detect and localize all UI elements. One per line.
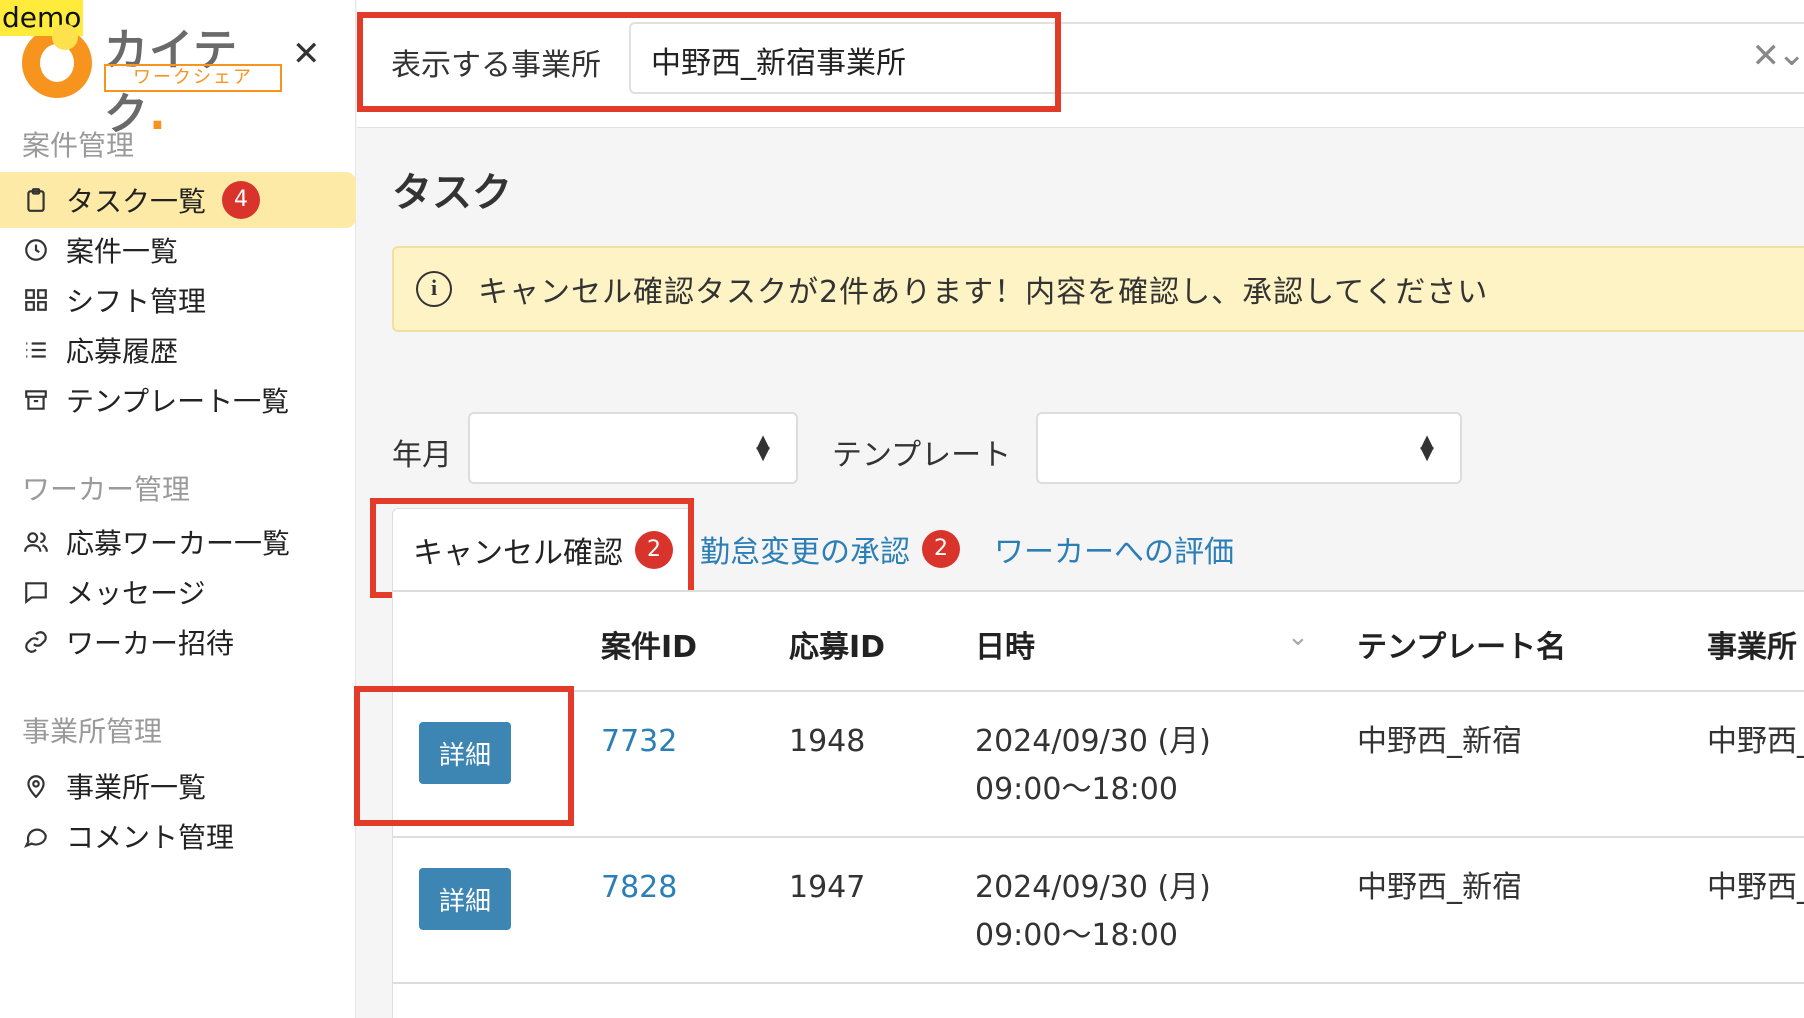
sidebar-item-label: ワーカー招待 [66,627,235,660]
office-cell: 中野西_ [1707,870,1804,905]
users-icon [22,528,50,556]
template-cell: 中野西_新宿 [1357,724,1522,759]
office-label: 表示する事業所 [391,48,601,83]
close-icon[interactable]: ✕ [292,34,321,74]
task-count-badge: 4 [222,181,261,219]
sidebar-item-templates[interactable]: テンプレート一覧 [0,372,356,428]
sidebar-item-tasks[interactable]: タスク一覧 4 [0,172,356,228]
office-select[interactable]: 中野西_新宿事業所 [629,22,1804,94]
message-icon [22,578,50,606]
sidebar-item-applications[interactable]: 応募履歴 [0,322,356,378]
alert-banner: キャンセル確認タスクが2件あります！内容を確認し、承認してください [392,246,1804,332]
sort-arrows-icon: ▲ ▼ [1420,431,1434,464]
sort-chevron-icon[interactable]: ⌄ [1287,622,1309,652]
tab-badge: 2 [635,530,673,569]
sidebar-item-shifts[interactable]: シフト管理 [0,272,356,328]
table-row: 詳細 7828 1947 2024/09/30 (月) 09:00〜18:00 … [393,838,1804,984]
office-cell: 中野西_ [1707,724,1804,759]
application-id: 1948 [789,724,866,759]
task-table: 案件ID 応募ID 日時 ⌄ テンプレート名 事業所 詳細 7732 1948 … [392,590,1804,1018]
grid-icon [22,286,50,314]
task-tabs: キャンセル確認 2 勤怠変更の承認 2 ワーカーへの評価 [392,508,1804,590]
sidebar-item-offices[interactable]: 事業所一覧 [0,758,356,814]
sidebar-item-messages[interactable]: メッセージ [0,564,356,620]
clipboard-icon [22,186,50,214]
date-cell: 2024/09/30 (月) [975,870,1211,905]
column-header-office: 事業所 [1707,630,1797,665]
detail-button[interactable]: 詳細 [419,868,511,930]
sidebar-item-label: シフト管理 [66,285,207,318]
tab-cancel-confirm[interactable]: キャンセル確認 2 [392,508,694,590]
time-cell: 09:00〜18:00 [975,918,1178,953]
page-title: タスク [392,170,512,216]
template-cell: 中野西_新宿 [1357,870,1522,905]
map-pin-icon [22,772,50,800]
sidebar-item-label: 事業所一覧 [66,771,207,804]
month-filter-label: 年月 [392,438,452,473]
job-id-link[interactable]: 7732 [601,718,677,766]
tab-attendance-approval[interactable]: 勤怠変更の承認 2 [700,508,960,590]
archive-icon [22,386,50,414]
date-cell: 2024/09/30 (月) [975,724,1211,759]
link-icon [22,628,50,656]
sidebar-item-label: タスク一覧 [66,185,207,218]
sidebar: カイテク. ワークシェア ✕ 案件管理 タスク一覧 4 案件一覧 シフト管理 応… [0,0,356,1018]
topbar: 表示する事業所 中野西_新宿事業所 ✕ ⌄ [357,0,1804,128]
job-id-link[interactable]: 7828 [601,864,677,912]
time-cell: 09:00〜18:00 [975,772,1178,807]
chevron-down-icon[interactable]: ⌄ [1778,34,1804,74]
sidebar-item-label: 応募履歴 [66,335,179,368]
template-filter-label: テンプレート [832,438,1012,473]
sidebar-item-applicant-workers[interactable]: 応募ワーカー一覧 [0,514,356,570]
sidebar-item-label: テンプレート一覧 [66,385,290,418]
clock-icon [22,236,50,264]
nav-section-jobs: 案件管理 [22,129,135,162]
sort-arrows-icon: ▲ ▼ [756,431,770,464]
list-icon [22,336,50,364]
table-row: 詳細 7732 1948 2024/09/30 (月) 09:00〜18:00 … [393,692,1804,838]
tab-worker-rating[interactable]: ワーカーへの評価 [994,508,1234,590]
month-select[interactable]: ▲ ▼ [468,412,798,484]
sidebar-item-comments[interactable]: コメント管理 [0,808,356,864]
comment-icon [22,822,50,850]
sidebar-item-worker-invite[interactable]: ワーカー招待 [0,614,356,670]
column-header-template-name: テンプレート名 [1357,630,1567,665]
sidebar-item-label: 応募ワーカー一覧 [66,527,291,560]
column-header-application-id: 応募ID [789,630,886,665]
column-header-job-id: 案件ID [601,630,698,665]
tab-badge: 2 [922,530,960,568]
logo: カイテク. ワークシェア [22,14,292,140]
sidebar-item-label: コメント管理 [66,821,235,854]
clear-icon[interactable]: ✕ [1752,36,1781,76]
info-icon [416,271,452,307]
nav-section-workers: ワーカー管理 [22,473,191,506]
column-header-datetime[interactable]: 日時 [975,622,1035,666]
nav-section-offices: 事業所管理 [22,715,163,748]
sidebar-item-label: メッセージ [66,577,206,610]
alert-text: キャンセル確認タスクが2件あります！内容を確認し、承認してください [478,275,1489,310]
sidebar-item-label: 案件一覧 [66,235,179,268]
logo-mark-icon [22,24,92,98]
sidebar-item-jobs[interactable]: 案件一覧 [0,222,356,278]
office-select-value: 中野西_新宿事業所 [651,46,906,81]
application-id: 1947 [789,870,866,905]
detail-button[interactable]: 詳細 [419,722,511,784]
template-select[interactable]: ▲ ▼ [1036,412,1462,484]
